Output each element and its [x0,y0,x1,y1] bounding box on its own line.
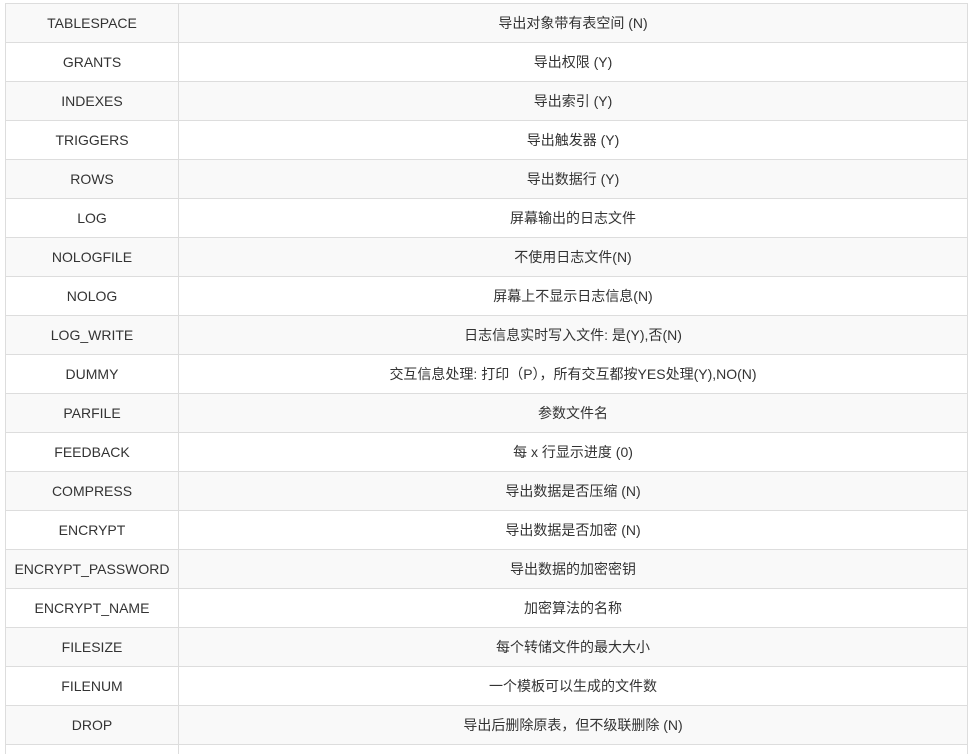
table-row: NOLOGFILE 不使用日志文件(N) [5,237,968,277]
table-row: LOG 屏幕输出的日志文件 [5,198,968,238]
table-row: INDEXES 导出索引 (Y) [5,81,968,121]
param-description-cell: 屏幕输出的日志文件 [178,198,968,238]
param-description-cell: 交互信息处理: 打印（P），所有交互都按YES处理(Y),NO(N) [178,354,968,394]
param-name-cell: PARFILE [5,393,179,433]
param-name-cell: COMPRESS [5,471,179,511]
param-name-cell: ENCRYPT_NAME [5,588,179,628]
param-name-cell: LOG_WRITE [5,315,179,355]
param-description-cell: 导出对象带有表空间 (N) [178,3,968,43]
param-description-cell: 一个模板可以生成的文件数 [178,666,968,706]
param-description-cell: 屏幕上不显示日志信息(N) [178,276,968,316]
table-row [5,744,968,754]
parameter-table-body: TABLESPACE 导出对象带有表空间 (N) GRANTS 导出权限 (Y)… [5,3,968,754]
param-name-cell: TRIGGERS [5,120,179,160]
table-row: FEEDBACK 每 x 行显示进度 (0) [5,432,968,472]
table-row: DUMMY 交互信息处理: 打印（P），所有交互都按YES处理(Y),NO(N) [5,354,968,394]
param-name-cell: LOG [5,198,179,238]
table-row: ENCRYPT_NAME 加密算法的名称 [5,588,968,628]
param-name-cell: NOLOGFILE [5,237,179,277]
param-description-cell: 导出数据的加密密钥 [178,549,968,589]
param-name-cell: INDEXES [5,81,179,121]
param-name-cell: ROWS [5,159,179,199]
param-name-cell [5,744,179,754]
param-name-cell: ENCRYPT_PASSWORD [5,549,179,589]
param-description-cell [178,744,968,754]
table-row: COMPRESS 导出数据是否压缩 (N) [5,471,968,511]
param-description-cell: 导出后删除原表，但不级联删除 (N) [178,705,968,745]
param-description-cell: 导出数据是否加密 (N) [178,510,968,550]
table-row: PARFILE 参数文件名 [5,393,968,433]
table-row: ENCRYPT_PASSWORD 导出数据的加密密钥 [5,549,968,589]
table-row: ENCRYPT 导出数据是否加密 (N) [5,510,968,550]
param-description-cell: 导出触发器 (Y) [178,120,968,160]
table-row: FILENUM 一个模板可以生成的文件数 [5,666,968,706]
parameter-table: TABLESPACE 导出对象带有表空间 (N) GRANTS 导出权限 (Y)… [5,3,968,754]
param-description-cell: 导出数据是否压缩 (N) [178,471,968,511]
table-row: NOLOG 屏幕上不显示日志信息(N) [5,276,968,316]
param-name-cell: GRANTS [5,42,179,82]
param-description-cell: 每个转储文件的最大大小 [178,627,968,667]
table-row: FILESIZE 每个转储文件的最大大小 [5,627,968,667]
param-name-cell: ENCRYPT [5,510,179,550]
param-name-cell: NOLOG [5,276,179,316]
table-row: TABLESPACE 导出对象带有表空间 (N) [5,3,968,43]
param-name-cell: DUMMY [5,354,179,394]
param-description-cell: 日志信息实时写入文件: 是(Y),否(N) [178,315,968,355]
param-description-cell: 导出数据行 (Y) [178,159,968,199]
param-name-cell: FEEDBACK [5,432,179,472]
table-row: LOG_WRITE 日志信息实时写入文件: 是(Y),否(N) [5,315,968,355]
param-description-cell: 参数文件名 [178,393,968,433]
table-row: DROP 导出后删除原表，但不级联删除 (N) [5,705,968,745]
param-description-cell: 加密算法的名称 [178,588,968,628]
param-name-cell: TABLESPACE [5,3,179,43]
param-name-cell: FILENUM [5,666,179,706]
param-description-cell: 导出索引 (Y) [178,81,968,121]
table-row: TRIGGERS 导出触发器 (Y) [5,120,968,160]
param-name-cell: DROP [5,705,179,745]
param-description-cell: 导出权限 (Y) [178,42,968,82]
param-name-cell: FILESIZE [5,627,179,667]
table-row: ROWS 导出数据行 (Y) [5,159,968,199]
param-description-cell: 不使用日志文件(N) [178,237,968,277]
param-description-cell: 每 x 行显示进度 (0) [178,432,968,472]
page: TABLESPACE 导出对象带有表空间 (N) GRANTS 导出权限 (Y)… [0,0,973,754]
table-row: GRANTS 导出权限 (Y) [5,42,968,82]
